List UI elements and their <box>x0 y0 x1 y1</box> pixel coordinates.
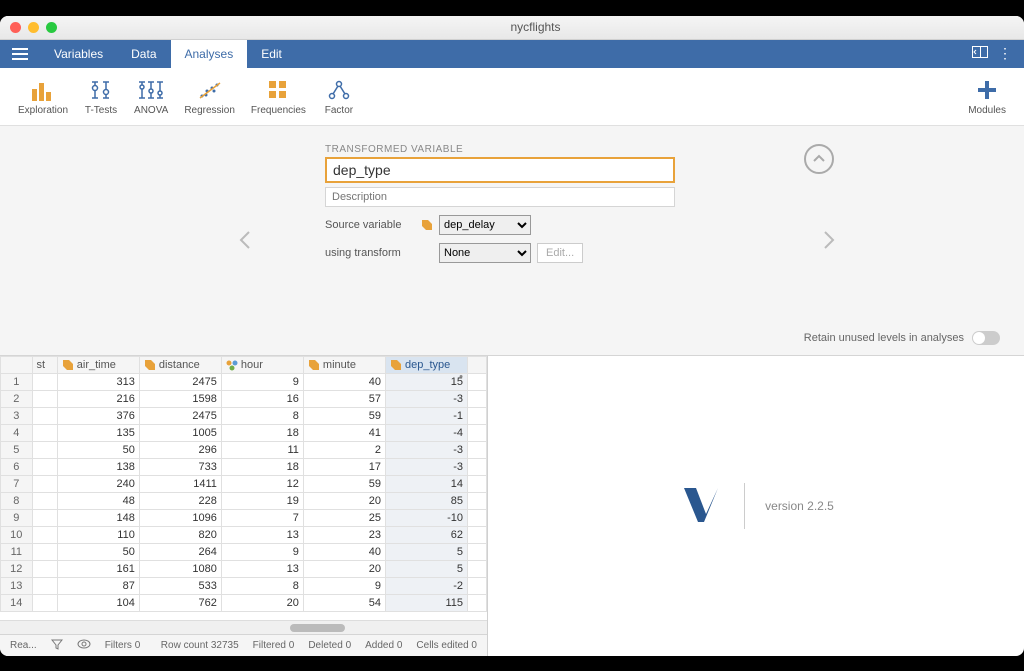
divider <box>744 483 745 529</box>
ttests-icon <box>90 77 112 103</box>
retain-levels-label: Retain unused levels in analyses <box>804 332 964 344</box>
maximize-icon[interactable] <box>46 22 57 33</box>
status-filters: Filters 0 <box>105 640 141 651</box>
table-row[interactable]: 61387331817-3 <box>1 458 487 475</box>
menu-dots-icon[interactable]: ⋮ <box>998 45 1012 62</box>
minimize-icon[interactable] <box>28 22 39 33</box>
frequencies-button[interactable]: Frequencies <box>243 77 314 116</box>
factor-icon <box>327 77 351 103</box>
eye-icon[interactable] <box>77 639 91 652</box>
scrollbar-thumb[interactable] <box>290 624 345 632</box>
table-row[interactable]: 413510051841-4 <box>1 424 487 441</box>
factor-button[interactable]: Factor <box>314 77 364 116</box>
source-variable-select[interactable]: dep_delay <box>439 215 531 235</box>
horizontal-scrollbar[interactable] <box>0 620 487 634</box>
table-row[interactable]: 11502649405 <box>1 543 487 560</box>
table-row[interactable]: 10110820132362 <box>1 526 487 543</box>
regression-icon <box>198 77 222 103</box>
table-row[interactable]: 72401411125914 <box>1 475 487 492</box>
collapse-editor-button[interactable] <box>804 144 834 174</box>
variable-name-input[interactable] <box>325 157 675 183</box>
tab-analyses[interactable]: Analyses <box>171 40 248 68</box>
variable-description-input[interactable] <box>325 187 675 207</box>
tab-edit[interactable]: Edit <box>247 40 296 68</box>
status-added: Added 0 <box>365 640 402 651</box>
table-row[interactable]: 550296112-3 <box>1 441 487 458</box>
variable-editor: TRANSFORMED VARIABLE Source variable dep… <box>0 126 1024 356</box>
status-deleted: Deleted 0 <box>308 640 351 651</box>
col-dep_type[interactable]: dep_type <box>385 356 467 373</box>
source-variable-label: Source variable <box>325 219 415 231</box>
tab-variables[interactable]: Variables <box>40 40 117 68</box>
status-edited: Cells edited 0 <box>416 640 477 651</box>
modules-plus-icon <box>976 77 998 103</box>
spreadsheet-pane: stair_timedistancehourminutedep_type1313… <box>0 356 488 656</box>
next-variable-button[interactable] <box>814 220 844 260</box>
row-header <box>1 356 33 373</box>
jamovi-logo-icon <box>678 474 724 538</box>
table-row[interactable]: 221615981657-3 <box>1 390 487 407</box>
window-title: nycflights <box>57 20 1014 34</box>
editor-header-label: TRANSFORMED VARIABLE <box>325 144 675 155</box>
app-window: nycflights Variables Data Analyses Edit … <box>0 16 1024 656</box>
modules-button[interactable]: Modules <box>960 77 1014 116</box>
exploration-button[interactable]: Exploration <box>10 77 76 116</box>
anova-button[interactable]: ANOVA <box>126 77 176 116</box>
regression-button[interactable]: Regression <box>176 77 243 116</box>
retain-levels-toggle[interactable] <box>972 331 1000 345</box>
filter-icon[interactable] <box>51 638 63 653</box>
traffic-lights <box>10 22 57 33</box>
results-pane: version 2.2.5 <box>488 356 1024 656</box>
frequencies-icon <box>267 77 289 103</box>
version-label: version 2.2.5 <box>765 499 834 513</box>
main-content: TRANSFORMED VARIABLE Source variable dep… <box>0 126 1024 656</box>
data-table[interactable]: stair_timedistancehourminutedep_type1313… <box>0 356 487 620</box>
status-ready: Rea... <box>10 640 37 651</box>
transform-select[interactable]: None <box>439 243 531 263</box>
prev-variable-button[interactable] <box>230 220 260 260</box>
menubar: Variables Data Analyses Edit ⋮ <box>0 40 1024 68</box>
hamburger-menu[interactable] <box>0 40 40 68</box>
col-distance[interactable]: distance <box>139 356 221 373</box>
status-filtered: Filtered 0 <box>253 640 295 651</box>
table-row[interactable]: 12161108013205 <box>1 560 487 577</box>
table-row[interactable]: 138753389-2 <box>1 577 487 594</box>
window-toggle-icon[interactable] <box>972 46 988 61</box>
status-rowcount: Row count 32735 <box>161 640 239 651</box>
titlebar: nycflights <box>0 16 1024 40</box>
status-bar: Rea... Filters 0 Row count 32735 Filtere… <box>0 634 487 656</box>
edit-transform-button[interactable]: Edit... <box>537 243 583 263</box>
close-icon[interactable] <box>10 22 21 33</box>
col-partial[interactable]: st <box>32 356 57 373</box>
col-air_time[interactable]: air_time <box>57 356 139 373</box>
col-empty[interactable] <box>468 356 487 373</box>
ttests-button[interactable]: T-Tests <box>76 77 126 116</box>
table-row[interactable]: 141047622054115 <box>1 594 487 611</box>
col-hour[interactable]: hour <box>221 356 303 373</box>
exploration-icon <box>30 77 56 103</box>
table-row[interactable]: 1313247594015 <box>1 373 487 390</box>
table-row[interactable]: 33762475859-1 <box>1 407 487 424</box>
col-minute[interactable]: minute <box>303 356 385 373</box>
table-row[interactable]: 91481096725-10 <box>1 509 487 526</box>
anova-icon <box>137 77 165 103</box>
tab-data[interactable]: Data <box>117 40 170 68</box>
continuous-icon <box>421 219 433 231</box>
lower-pane: stair_timedistancehourminutedep_type1313… <box>0 356 1024 656</box>
table-row[interactable]: 848228192085 <box>1 492 487 509</box>
ribbon-toolbar: Exploration T-Tests ANOVA Regression Fre… <box>0 68 1024 126</box>
using-transform-label: using transform <box>325 247 415 259</box>
